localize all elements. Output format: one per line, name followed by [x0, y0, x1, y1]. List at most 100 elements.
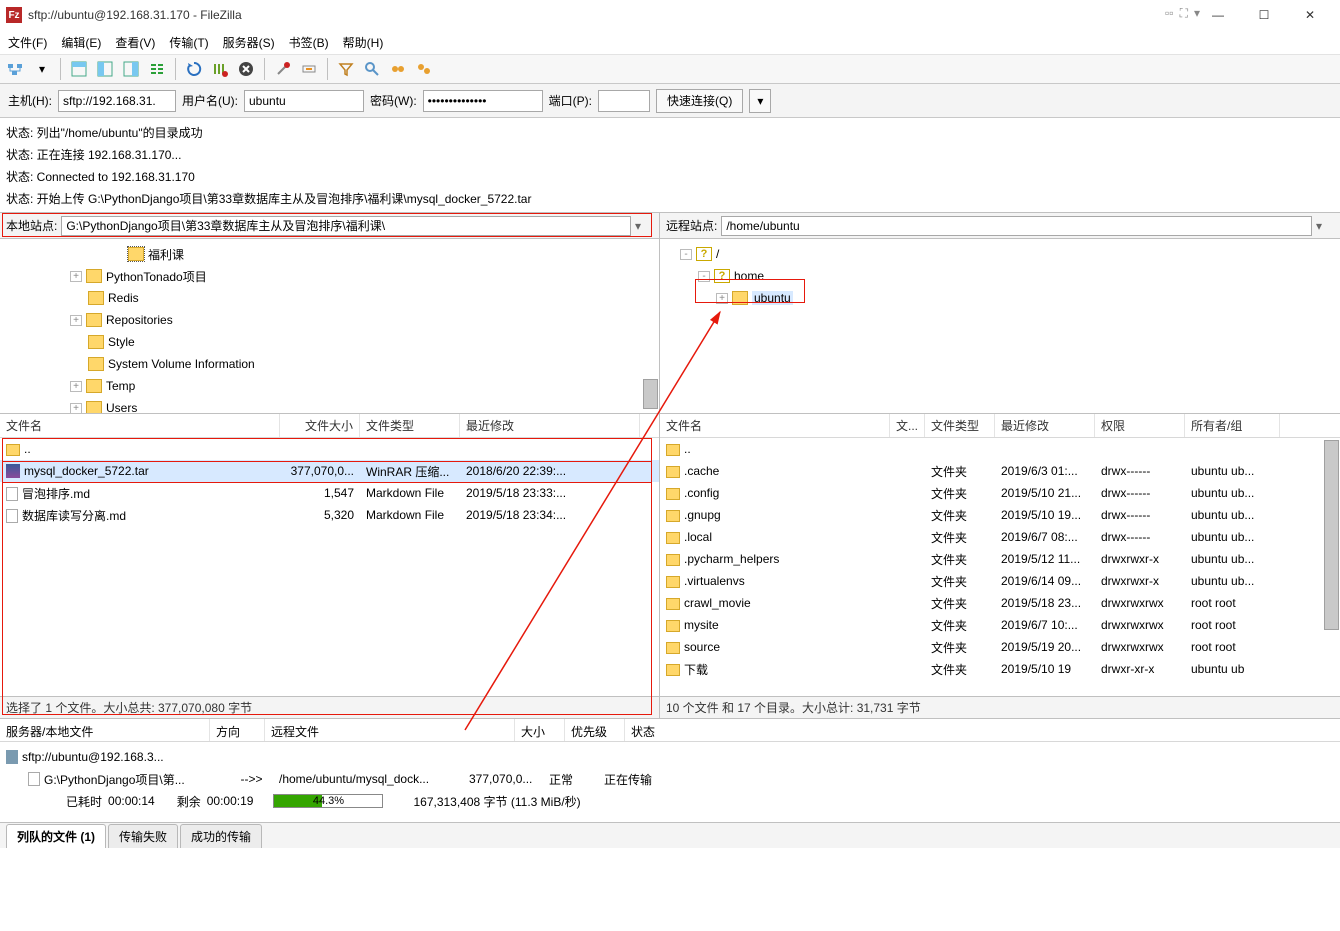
tab-success[interactable]: 成功的传输: [180, 824, 262, 848]
tree-item[interactable]: -?/: [660, 243, 1340, 265]
scrollbar-thumb[interactable]: [643, 379, 658, 409]
menu-transfer[interactable]: 传输(T): [169, 34, 208, 51]
maximize-button[interactable]: ☐: [1250, 5, 1278, 25]
tree-item[interactable]: +Repositories: [0, 309, 659, 331]
col-dir[interactable]: 方向: [210, 719, 265, 741]
menu-bookmarks[interactable]: 书签(B): [289, 34, 329, 51]
list-item[interactable]: source文件夹2019/5/19 20...drwxrwxrwxroot r…: [660, 636, 1340, 658]
tree-item[interactable]: 福利课: [0, 243, 659, 265]
user-input[interactable]: [244, 90, 364, 112]
col-modified[interactable]: 最近修改: [460, 414, 640, 437]
local-path-input[interactable]: [61, 216, 631, 236]
list-item[interactable]: ..: [0, 438, 659, 460]
list-item[interactable]: ..: [660, 438, 1340, 460]
list-item[interactable]: .pycharm_helpers文件夹2019/5/12 11...drwxrw…: [660, 548, 1340, 570]
tab-queued[interactable]: 列队的文件 (1): [6, 824, 106, 848]
file-owner: ubuntu ub...: [1185, 486, 1280, 500]
expand-icon[interactable]: +: [70, 381, 82, 392]
compare-icon[interactable]: [360, 57, 384, 81]
col-server[interactable]: 服务器/本地文件: [0, 719, 210, 741]
refresh-icon[interactable]: [182, 57, 206, 81]
cancel-icon[interactable]: [234, 57, 258, 81]
dropdown-icon[interactable]: ▾: [30, 57, 54, 81]
file-type: Markdown File: [360, 486, 460, 500]
list-item[interactable]: 下载文件夹2019/5/10 19drwxr-xr-xubuntu ub: [660, 658, 1340, 680]
message-log[interactable]: 状态: 列出"/home/ubuntu"的目录成功 状态: 正在连接 192.1…: [0, 118, 1340, 213]
col-type[interactable]: 文件类型: [360, 414, 460, 437]
menu-edit[interactable]: 编辑(E): [61, 34, 101, 51]
tree-item[interactable]: Redis: [0, 287, 659, 309]
col-type[interactable]: 文件类型: [925, 414, 995, 437]
toggle-queue-icon[interactable]: [145, 57, 169, 81]
pass-input[interactable]: [423, 90, 543, 112]
quickconnect-button[interactable]: 快速连接(Q): [656, 89, 743, 113]
toggle-local-icon[interactable]: [93, 57, 117, 81]
col-status[interactable]: 状态: [625, 719, 725, 741]
expand-icon[interactable]: +: [70, 315, 82, 326]
tree-item[interactable]: System Volume Information: [0, 353, 659, 375]
file-modified: 2019/5/19 20...: [995, 640, 1095, 654]
local-path-dropdown[interactable]: ▾: [635, 219, 653, 233]
expand-icon[interactable]: -: [698, 271, 710, 282]
list-item[interactable]: mysql_docker_5722.tar377,070,0...WinRAR …: [0, 460, 659, 482]
filter-icon[interactable]: [334, 57, 358, 81]
quickconnect-dropdown[interactable]: ▾: [749, 89, 771, 113]
tree-item[interactable]: Style: [0, 331, 659, 353]
col-size[interactable]: 大小: [515, 719, 565, 741]
port-input[interactable]: [598, 90, 650, 112]
folder-icon: [666, 510, 680, 522]
folder-icon: [666, 444, 680, 456]
expand-icon[interactable]: +: [70, 271, 82, 282]
local-file-list[interactable]: ..mysql_docker_5722.tar377,070,0...WinRA…: [0, 438, 659, 696]
close-button[interactable]: ✕: [1296, 5, 1324, 25]
tree-item[interactable]: +ubuntu: [660, 287, 1340, 309]
tree-item[interactable]: +Users: [0, 397, 659, 414]
sync-icon[interactable]: [386, 57, 410, 81]
remote-file-list[interactable]: ...cache文件夹2019/6/3 01:...drwx------ubun…: [660, 438, 1340, 696]
list-item[interactable]: 冒泡排序.md1,547Markdown File2019/5/18 23:33…: [0, 482, 659, 504]
list-item[interactable]: .config文件夹2019/5/10 21...drwx------ubunt…: [660, 482, 1340, 504]
list-item[interactable]: mysite文件夹2019/6/7 10:...drwxrwxrwxroot r…: [660, 614, 1340, 636]
tree-item[interactable]: +PythonTonado项目: [0, 265, 659, 287]
menu-server[interactable]: 服务器(S): [223, 34, 275, 51]
col-size[interactable]: 文件大小: [280, 414, 360, 437]
search-icon[interactable]: [412, 57, 436, 81]
remote-path-input[interactable]: [721, 216, 1312, 236]
host-input[interactable]: [58, 90, 176, 112]
minimize-button[interactable]: —: [1204, 5, 1232, 25]
menu-help[interactable]: 帮助(H): [343, 34, 384, 51]
col-modified[interactable]: 最近修改: [995, 414, 1095, 437]
tree-item[interactable]: -?home: [660, 265, 1340, 287]
col-name[interactable]: 文件名: [0, 414, 280, 437]
list-item[interactable]: .gnupg文件夹2019/5/10 19...drwx------ubuntu…: [660, 504, 1340, 526]
expand-icon[interactable]: -: [680, 249, 692, 260]
tab-failed[interactable]: 传输失败: [108, 824, 178, 848]
list-item[interactable]: .cache文件夹2019/6/3 01:...drwx------ubuntu…: [660, 460, 1340, 482]
reconnect-icon[interactable]: [297, 57, 321, 81]
list-item[interactable]: .virtualenvs文件夹2019/6/14 09...drwxrwxr-x…: [660, 570, 1340, 592]
col-prio[interactable]: 优先级: [565, 719, 625, 741]
list-item[interactable]: 数据库读写分离.md5,320Markdown File2019/5/18 23…: [0, 504, 659, 526]
scrollbar-thumb[interactable]: [1324, 440, 1339, 630]
col-owner[interactable]: 所有者/组: [1185, 414, 1280, 437]
col-name[interactable]: 文件名: [660, 414, 890, 437]
toggle-log-icon[interactable]: [67, 57, 91, 81]
col-size[interactable]: 文...: [890, 414, 925, 437]
menu-view[interactable]: 查看(V): [115, 34, 155, 51]
process-queue-icon[interactable]: [208, 57, 232, 81]
transfer-queue[interactable]: sftp://ubuntu@192.168.3... G:\PythonDjan…: [0, 742, 1340, 822]
list-item[interactable]: .local文件夹2019/6/7 08:...drwx------ubuntu…: [660, 526, 1340, 548]
tree-item[interactable]: +Temp: [0, 375, 659, 397]
local-tree[interactable]: 福利课+PythonTonado项目Redis+RepositoriesStyl…: [0, 239, 659, 414]
menu-file[interactable]: 文件(F): [8, 34, 47, 51]
remote-tree[interactable]: -?/-?home+ubuntu: [660, 239, 1340, 414]
list-item[interactable]: crawl_movie文件夹2019/5/18 23...drwxrwxrwxr…: [660, 592, 1340, 614]
col-remote[interactable]: 远程文件: [265, 719, 515, 741]
disconnect-icon[interactable]: [271, 57, 295, 81]
sitemanager-icon[interactable]: [4, 57, 28, 81]
expand-icon[interactable]: +: [70, 403, 82, 414]
col-perm[interactable]: 权限: [1095, 414, 1185, 437]
expand-icon[interactable]: +: [716, 293, 728, 304]
toggle-remote-icon[interactable]: [119, 57, 143, 81]
remote-path-dropdown[interactable]: ▾: [1316, 219, 1334, 233]
